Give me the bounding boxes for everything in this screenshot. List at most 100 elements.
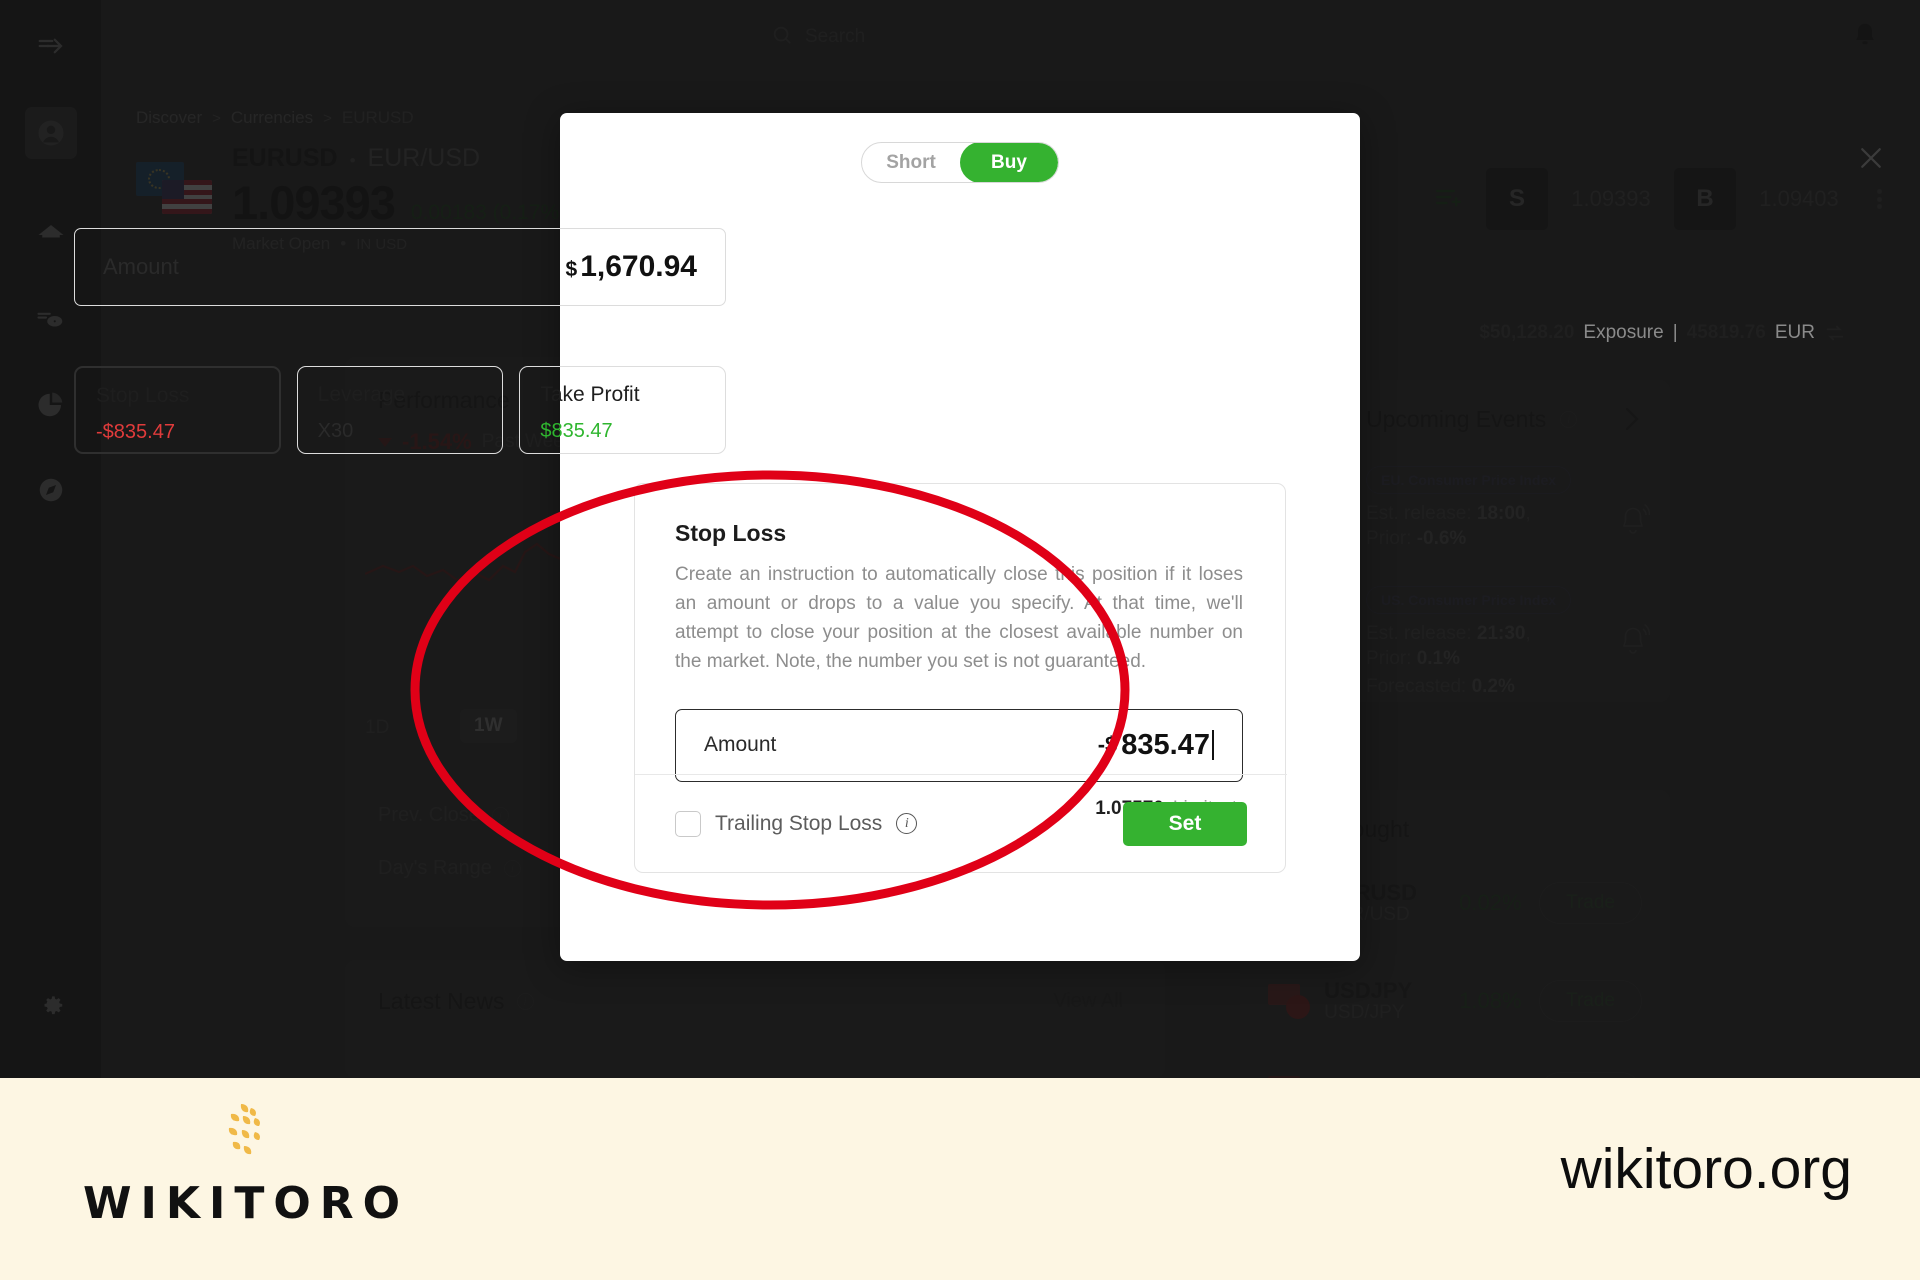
info-icon[interactable]: i	[503, 860, 521, 877]
breadcrumb: Discover > Currencies > EURUSD	[136, 108, 414, 128]
breadcrumb-separator: >	[323, 109, 332, 127]
order-parameter-tabs: Stop Loss -$835.47 Leverage X30 Take Pro…	[74, 366, 727, 454]
event-item: US. Consumer Price Index Est. release: 2…	[1366, 586, 1656, 700]
sidebar-item-watchlist[interactable]	[25, 294, 77, 346]
event-details: Est. release: 18:00, Prior: -0.6%	[1366, 502, 1581, 551]
toggle-option-buy[interactable]: Buy	[960, 143, 1058, 182]
latest-news-label: Latest News	[378, 988, 505, 1014]
exposure-unit-currency: EUR	[1774, 322, 1815, 343]
sell-button[interactable]: S	[1486, 168, 1548, 230]
tab-label: Stop Loss	[96, 384, 190, 407]
stop-loss-description: Create an instruction to automatically c…	[675, 564, 1243, 672]
trailing-stop-loss-group[interactable]: Trailing Stop Loss i	[675, 810, 918, 837]
event-item: EU. Consumer Price Index Est. release: 1…	[1366, 466, 1656, 551]
stop-loss-panel-title: Stop Loss	[675, 520, 787, 546]
stop-loss-panel: Stop Loss Create an instruction to autom…	[634, 483, 1287, 873]
instrument-price: 1.09393	[232, 176, 396, 229]
pair-change-percent: 0.02%	[1459, 890, 1522, 915]
brand-footer-bar: WIKITORO wikitoro.org	[0, 1078, 1920, 1280]
event-alert-bell-icon[interactable]	[1616, 620, 1651, 663]
top-bar	[101, 0, 1920, 72]
exposure-divider: |	[1672, 322, 1678, 343]
event-details: Est. release: 21:30, Prior: 0.1%	[1366, 622, 1581, 671]
direction-toggle[interactable]: Short Buy	[861, 142, 1059, 183]
exposure-label: Exposure	[1583, 322, 1664, 343]
event-release-time: 21:30	[1476, 623, 1526, 644]
stop-loss-amount-value: -$ 835.47	[1098, 729, 1214, 762]
event-release-label: Est. release:	[1366, 623, 1472, 644]
brand-logo-group: WIKITORO	[83, 1102, 409, 1229]
stat-prev-close: Prev. Close i	[378, 804, 509, 827]
trade-button[interactable]: Trade	[1539, 980, 1642, 1022]
event-prior-value: -0.6%	[1416, 527, 1467, 549]
sidebar-item-profile[interactable]	[24, 107, 77, 159]
info-icon[interactable]: i	[491, 807, 509, 824]
pair-full-name: USD/JPY	[1324, 1002, 1405, 1023]
pair-symbol: USDJPY	[1324, 978, 1413, 1003]
gear-icon[interactable]	[25, 978, 77, 1030]
flag-pair-icon	[136, 158, 212, 222]
latest-news-card: Latest News i View All	[345, 960, 1165, 1078]
breadcrumb-item-eurusd: EURUSD	[341, 108, 414, 127]
chevron-right-icon[interactable]	[1622, 404, 1642, 439]
switch-units-icon[interactable]	[1824, 322, 1846, 344]
view-all-link[interactable]: View All	[1053, 990, 1123, 1013]
event-alert-bell-icon[interactable]	[1616, 500, 1651, 543]
buy-button[interactable]: B	[1674, 168, 1736, 230]
stop-loss-panel-body: Stop Loss Create an instruction to autom…	[635, 484, 1287, 820]
order-amount-number: 1,670.94	[580, 250, 697, 283]
info-icon[interactable]: i	[896, 813, 918, 834]
trailing-stop-loss-label: Trailing Stop Loss	[715, 811, 883, 835]
tab-value: X30	[317, 420, 354, 442]
timeframe-1d[interactable]: 1D	[365, 717, 389, 739]
exposure-units: 45819.76	[1686, 322, 1766, 343]
timeframe-1w[interactable]: 1W	[460, 709, 517, 743]
close-icon[interactable]	[1856, 143, 1890, 177]
wikitoro-logo-icon	[228, 1104, 260, 1155]
us-flag-icon	[162, 180, 212, 214]
quote-action-bar: S 1.09393 B 1.09403	[1434, 168, 1896, 230]
notifications-bell-icon[interactable]	[1850, 20, 1884, 54]
add-to-watchlist-icon[interactable]	[1434, 185, 1464, 214]
tab-take-profit[interactable]: Take Profit $835.47	[519, 366, 727, 454]
sidebar-item-portfolio[interactable]	[25, 379, 77, 431]
event-forecast-label: Forecasted:	[1366, 676, 1467, 698]
event-tag: EU. Consumer Price Index	[1366, 466, 1572, 494]
more-options-icon[interactable]	[1862, 187, 1896, 212]
pair-names: USDJPY USD/JPY	[1324, 978, 1459, 1024]
info-icon[interactable]: i	[516, 993, 534, 1010]
buy-price: 1.09403	[1759, 186, 1839, 211]
toggle-option-short[interactable]: Short	[862, 143, 960, 182]
sidebar-item-discover[interactable]	[25, 464, 77, 516]
search-input[interactable]	[805, 26, 1205, 48]
instrument-pair: EUR/USD	[367, 144, 481, 172]
instrument-change: 0.00183 (0.17%)	[410, 201, 567, 224]
instrument-price-row: 1.09393 0.00183 (0.17%)	[232, 175, 566, 230]
screenshot-root: Discover > Currencies > EURUSD EURUSD •	[0, 0, 1920, 1280]
order-amount-field[interactable]: Amount $1,670.94	[74, 228, 726, 306]
breadcrumb-item-discover[interactable]: Discover	[136, 108, 202, 128]
exposure-value: $50,128.20	[1479, 322, 1575, 343]
event-release-time: 18:00	[1476, 503, 1526, 524]
sell-price: 1.09393	[1571, 186, 1651, 211]
trade-button[interactable]: Trade	[1539, 882, 1642, 924]
stop-loss-amount-label: Amount	[704, 733, 777, 756]
set-button[interactable]: Set	[1123, 801, 1247, 846]
search-bar[interactable]	[771, 18, 1251, 56]
expand-arrow-icon[interactable]	[25, 20, 77, 72]
tab-leverage[interactable]: Leverage X30	[296, 366, 504, 454]
upcoming-events-card: Upcoming Events i EU. Consumer Price Ind…	[1340, 380, 1670, 702]
stop-loss-amount-input[interactable]: Amount -$ 835.47	[675, 708, 1243, 782]
tab-value: -$835.47	[96, 421, 175, 443]
text-cursor	[1212, 730, 1214, 760]
sidebar-item-home[interactable]	[25, 209, 77, 261]
upcoming-events-label: Upcoming Events	[1366, 406, 1547, 432]
breadcrumb-item-currencies[interactable]: Currencies	[231, 108, 313, 128]
most-bought-row[interactable]: USDJPY USD/JPY 1.08% Trade	[1268, 978, 1642, 1024]
event-forecast-value: 0.2%	[1471, 676, 1515, 698]
instrument-dot: •	[349, 151, 356, 170]
flag-pair-icon	[1268, 984, 1314, 1019]
trailing-stop-loss-checkbox[interactable]	[675, 810, 701, 837]
tab-stop-loss[interactable]: Stop Loss -$835.47	[74, 366, 281, 454]
info-icon[interactable]: i	[1560, 411, 1578, 428]
